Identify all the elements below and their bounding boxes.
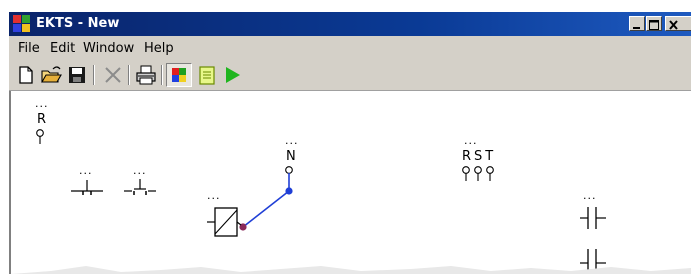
delete-icon: [105, 67, 121, 83]
run-icon: [226, 67, 240, 83]
new-icon: [19, 66, 33, 84]
placeholder-dots: ...: [79, 164, 93, 177]
print-icon: [136, 65, 156, 85]
run-button[interactable]: [221, 64, 243, 86]
app-icon: [13, 15, 31, 33]
menu-help[interactable]: Help: [144, 41, 174, 56]
pushbutton-nc-symbol[interactable]: [122, 177, 158, 197]
title-bar[interactable]: EKTS - New: [9, 12, 691, 36]
print-button[interactable]: [135, 64, 157, 86]
toolbar-separator: [128, 65, 130, 85]
terminal-rst-symbol[interactable]: [460, 165, 504, 183]
coil-and-wire-symbols[interactable]: [197, 163, 301, 259]
new-button[interactable]: [15, 64, 37, 86]
app-window: EKTS - New File Edit Window Help ... R .…: [9, 12, 691, 274]
placeholder-dots: ...: [464, 134, 478, 147]
menu-bar: File Edit Window Help: [9, 36, 691, 60]
list-icon: [199, 66, 215, 85]
open-button[interactable]: [40, 64, 62, 86]
toolbar: [9, 60, 691, 91]
toolbar-separator: [161, 65, 163, 85]
maximize-button[interactable]: [646, 16, 662, 31]
torn-edge-decoration: [11, 266, 691, 274]
terminal-label-r: R: [37, 112, 47, 127]
contact-symbols[interactable]: [574, 201, 610, 274]
window-title: EKTS - New: [36, 16, 120, 31]
pushbutton-no-symbol[interactable]: [69, 177, 105, 197]
terminal-label-n: N: [286, 149, 296, 164]
placeholder-dots: ...: [285, 134, 299, 147]
diagram-canvas[interactable]: ... R ... ... ... N ... ... RST ...: [9, 91, 691, 274]
placeholder-dots: ...: [133, 164, 147, 177]
list-button[interactable]: [196, 64, 218, 86]
save-button[interactable]: [66, 64, 88, 86]
delete-button[interactable]: [102, 64, 124, 86]
menu-window[interactable]: Window: [83, 41, 134, 56]
color-icon: [172, 68, 186, 82]
terminal-r-symbol[interactable]: [35, 128, 47, 146]
menu-file[interactable]: File: [18, 41, 40, 56]
placeholder-dots: ...: [35, 97, 49, 110]
terminal-label-rst: RST: [462, 149, 497, 164]
close-button[interactable]: [665, 16, 691, 31]
open-icon: [41, 66, 62, 83]
placeholder-dots: ...: [583, 189, 597, 202]
menu-edit[interactable]: Edit: [50, 41, 75, 56]
save-icon: [69, 67, 85, 83]
minimize-button[interactable]: [629, 16, 645, 31]
color-button[interactable]: [166, 63, 192, 87]
toolbar-separator: [93, 65, 95, 85]
